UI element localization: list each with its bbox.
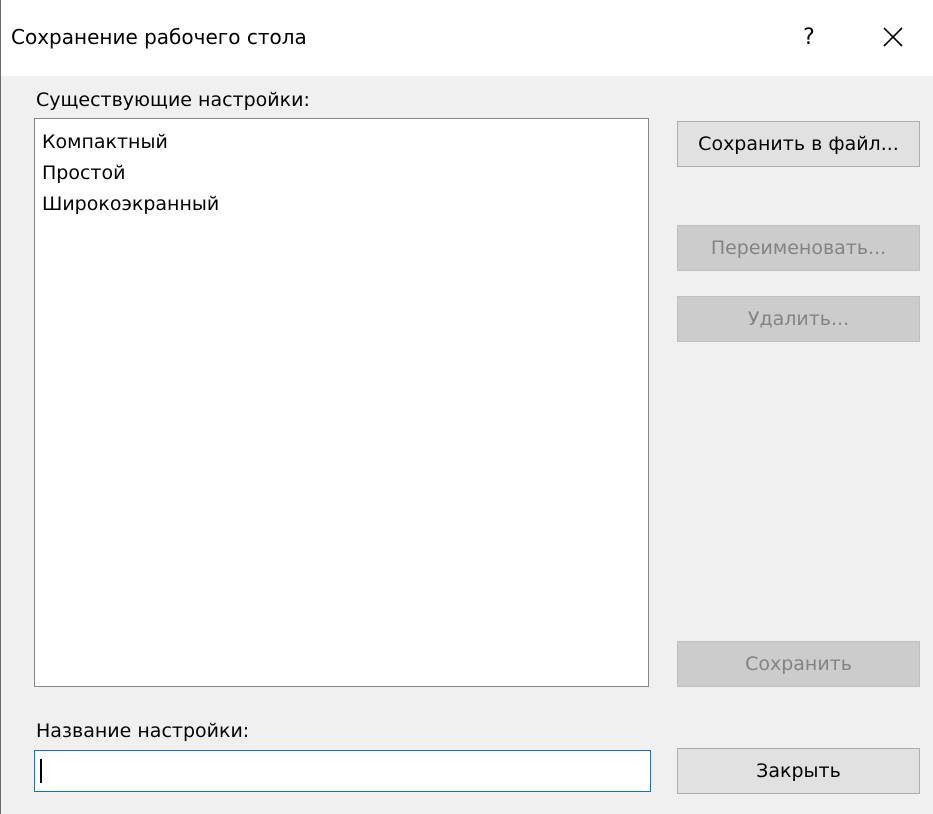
close-window-button[interactable] xyxy=(861,14,925,60)
existing-settings-list[interactable]: Компактный Простой Широкоэкранный xyxy=(34,118,649,687)
dialog-title: Сохранение рабочего стола xyxy=(11,25,307,49)
close-button[interactable]: Закрыть xyxy=(677,748,920,794)
window-border xyxy=(0,0,1,814)
list-item[interactable]: Широкоэкранный xyxy=(35,189,648,220)
existing-settings-label: Существующие настройки: xyxy=(36,89,310,111)
title-bar: Сохранение рабочего стола ? xyxy=(1,0,933,76)
setting-name-label: Название настройки: xyxy=(36,720,250,742)
save-to-file-button[interactable]: Сохранить в файл... xyxy=(677,121,920,167)
save-desktop-dialog: Сохранение рабочего стола ? Существующие… xyxy=(0,0,933,814)
help-button[interactable]: ? xyxy=(787,18,831,56)
save-button[interactable]: Сохранить xyxy=(677,641,920,687)
list-item[interactable]: Простой xyxy=(35,158,648,189)
rename-button[interactable]: Переименовать... xyxy=(677,225,920,271)
setting-name-input[interactable] xyxy=(34,750,651,792)
list-item[interactable]: Компактный xyxy=(35,127,648,158)
close-icon xyxy=(883,27,903,47)
text-cursor xyxy=(40,759,42,783)
delete-button[interactable]: Удалить... xyxy=(677,296,920,342)
